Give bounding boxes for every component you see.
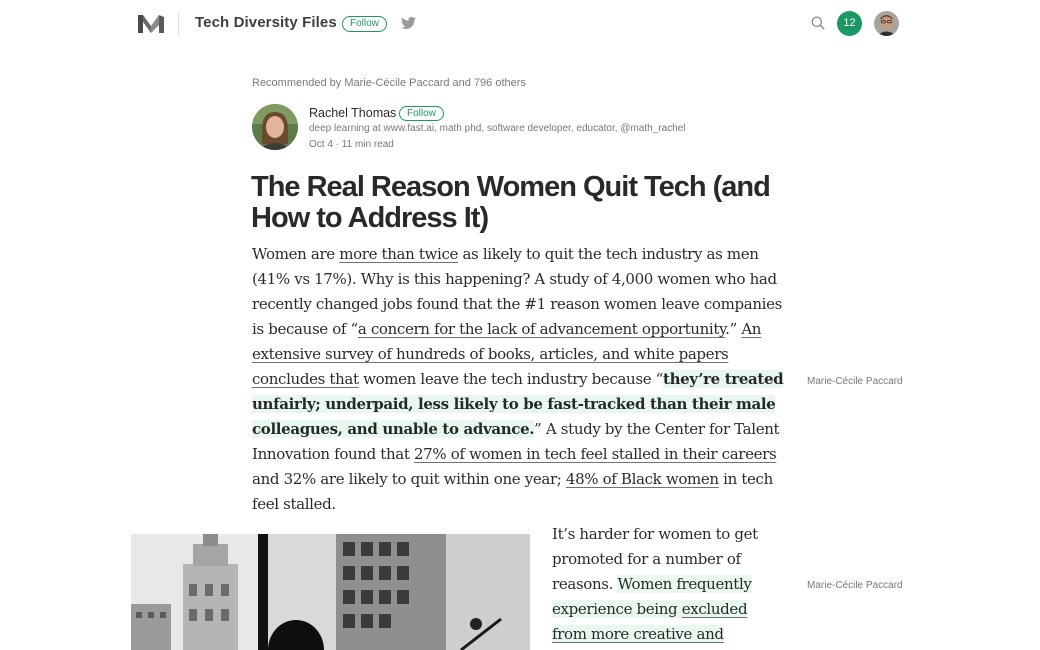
- post-date-readtime: Oct 4 · 11 min read: [309, 139, 394, 150]
- medium-logo-icon[interactable]: [138, 13, 164, 34]
- twitter-icon[interactable]: [401, 16, 416, 30]
- highlight-note[interactable]: Marie-Cécile Paccard: [807, 580, 903, 591]
- link-lack-of-advancement[interactable]: a concern for the lack of advancement op…: [358, 320, 726, 338]
- link-27-percent[interactable]: 27% of women in tech feel stalled in the…: [414, 445, 777, 463]
- text-span: .”: [725, 320, 742, 338]
- author-avatar[interactable]: [252, 104, 298, 150]
- highlight-note[interactable]: Marie-Cécile Paccard: [807, 376, 903, 387]
- text-span: and 32% are likely to quit within one ye…: [252, 470, 566, 488]
- follow-publication-button[interactable]: Follow: [342, 16, 387, 32]
- article-paragraph-2: It’s harder for women to get promoted fo…: [552, 522, 782, 650]
- author-name[interactable]: Rachel Thomas: [309, 106, 396, 120]
- article-image: [131, 534, 530, 650]
- top-navigation-bar: Tech Diversity Files Follow 12: [0, 0, 1040, 48]
- text-span: Women are: [252, 245, 340, 263]
- user-avatar[interactable]: [874, 11, 899, 36]
- logo-divider: [178, 12, 179, 34]
- search-icon[interactable]: [811, 16, 825, 30]
- text-span: women leave the tech industry because “: [358, 370, 663, 388]
- publication-name[interactable]: Tech Diversity Files: [195, 14, 337, 31]
- link-more-than-twice[interactable]: more than twice: [339, 245, 458, 263]
- author-bio: deep learning at www.fast.ai, math phd, …: [309, 123, 686, 134]
- link-48-percent[interactable]: 48% of Black women: [566, 470, 719, 488]
- article-title: The Real Reason Women Quit Tech (and How…: [251, 171, 771, 234]
- recommended-by-text: Recommended by Marie-Cécile Paccard and …: [252, 77, 526, 89]
- article-paragraph: Women are more than twice as likely to q…: [252, 242, 788, 517]
- notification-badge[interactable]: 12: [837, 11, 862, 36]
- follow-author-button[interactable]: Follow: [399, 106, 444, 121]
